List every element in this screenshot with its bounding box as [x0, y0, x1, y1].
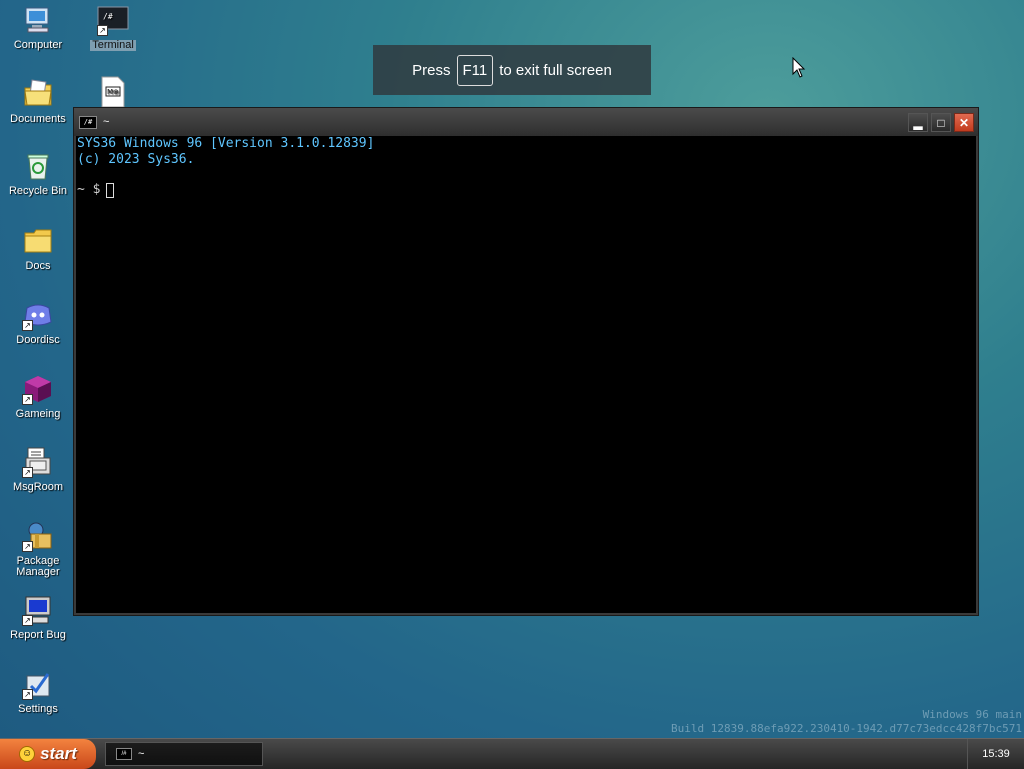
console-line: (c) 2023 Sys36. [77, 152, 195, 167]
smiley-logo-icon: ☺ [19, 746, 36, 762]
start-button[interactable]: ☺ start [0, 739, 96, 769]
maximize-button[interactable]: □ [931, 113, 951, 132]
text-cursor [106, 182, 115, 198]
terminal-window[interactable]: /# ~ ▂ □ ✕ SYS36 Windows 96 [Version 3.1… [73, 107, 979, 616]
prompt-text: ~ $ [77, 182, 101, 197]
shortcut-arrow-icon: ↗ [97, 25, 108, 36]
desktop-icon-label: Gameing [15, 408, 61, 420]
settings-icon: ↗ [22, 668, 54, 700]
console-line: SYS36 Windows 96 [Version 3.1.0.12839] [77, 136, 375, 151]
game-cube-icon: ↗ [22, 373, 54, 405]
terminal-console[interactable]: SYS36 Windows 96 [Version 3.1.0.12839] (… [76, 136, 976, 613]
terminal-icon: /# [79, 115, 97, 129]
desktop-icon-computer[interactable]: Computer [2, 4, 74, 51]
markdown-file-icon: M⊕ [97, 76, 129, 108]
maximize-icon: □ [937, 115, 945, 130]
desktop-icon-docs[interactable]: Docs [2, 225, 74, 272]
watermark-line-os: Windows 96 main [922, 708, 1022, 721]
desktop-icon-label: Package Manager [16, 555, 60, 578]
recycle-bin-icon [22, 150, 54, 182]
desktop-icon-label: MsgRoom [12, 481, 64, 493]
start-label: start [40, 744, 77, 763]
desktop-icon-package-manager[interactable]: ↗ Package Manager [2, 520, 74, 578]
terminal-icon: /# [116, 748, 132, 760]
clock[interactable]: 15:39 [967, 739, 1024, 769]
toast-text-after: to exit full screen [499, 61, 612, 79]
desktop-icon-gameing[interactable]: ↗ Gameing [2, 373, 74, 420]
close-button[interactable]: ✕ [954, 113, 974, 132]
shortcut-arrow-icon: ↗ [22, 394, 33, 405]
f11-key-badge: F11 [456, 54, 494, 86]
desktop-icon-label: Terminal [90, 39, 136, 51]
window-title: ~ [103, 116, 110, 128]
close-icon: ✕ [958, 115, 970, 130]
command-prompt[interactable]: ~ $ [77, 182, 975, 198]
shortcut-arrow-icon: ↗ [22, 320, 33, 331]
desktop-icon-recycle-bin[interactable]: Recycle Bin [2, 150, 74, 197]
desktop-icon-label: Computer [13, 39, 63, 51]
desktop-icon-settings[interactable]: ↗ Settings [2, 668, 74, 715]
shortcut-arrow-icon: ↗ [22, 541, 33, 552]
shortcut-arrow-icon: ↗ [22, 615, 33, 626]
desktop-icon-label: Report Bug [10, 629, 66, 641]
desktop-icon-msgroom[interactable]: ↗ MsgRoom [2, 446, 74, 493]
desktop-icon-doordisc[interactable]: ↗ Doordisc [2, 299, 74, 346]
shortcut-arrow-icon: ↗ [22, 467, 33, 478]
window-titlebar[interactable]: /# ~ ▂ □ ✕ [74, 108, 978, 136]
minimize-button[interactable]: ▂ [908, 113, 928, 132]
markdown-glyph: M⊕ [107, 88, 119, 96]
terminal-icon: /# ↗ [97, 4, 129, 36]
build-watermark: Windows 96 main Build 12839.88efa922.230… [671, 708, 1022, 736]
mouse-pointer-icon [792, 57, 806, 78]
report-bug-icon: ↗ [22, 594, 54, 626]
desktop-icon-label: Doordisc [16, 334, 60, 346]
toast-text-before: Press [412, 61, 451, 79]
doordisc-icon: ↗ [22, 299, 54, 331]
svg-text:/#: /# [103, 12, 113, 21]
desktop-icon-label: Documents [10, 113, 66, 125]
desktop-icon-report-bug[interactable]: ↗ Report Bug [2, 594, 74, 641]
package-manager-icon: ↗ [22, 520, 54, 552]
taskbar-item-label: ~ [138, 748, 145, 760]
shortcut-arrow-icon: ↗ [22, 689, 33, 700]
fullscreen-exit-toast: Press F11 to exit full screen [373, 45, 651, 95]
desktop-icon-label: Docs [25, 260, 51, 272]
desktop-icon-label: Recycle Bin [8, 185, 68, 197]
msgroom-icon: ↗ [22, 446, 54, 478]
computer-icon [22, 4, 54, 36]
desktop-icon-label: Settings [18, 703, 58, 715]
taskbar: ☺ start /# ~ 15:39 [0, 738, 1024, 769]
watermark-line-build: Build 12839.88efa922.230410-1942.d77c73e… [671, 722, 1022, 735]
taskbar-item-terminal[interactable]: /# ~ [105, 742, 263, 766]
minimize-icon: ▂ [913, 115, 923, 130]
folder-icon [22, 225, 54, 257]
desktop-icon-documents[interactable]: Documents [2, 78, 74, 125]
desktop-icon-terminal[interactable]: /# ↗ Terminal [77, 4, 149, 51]
documents-icon [22, 78, 54, 110]
